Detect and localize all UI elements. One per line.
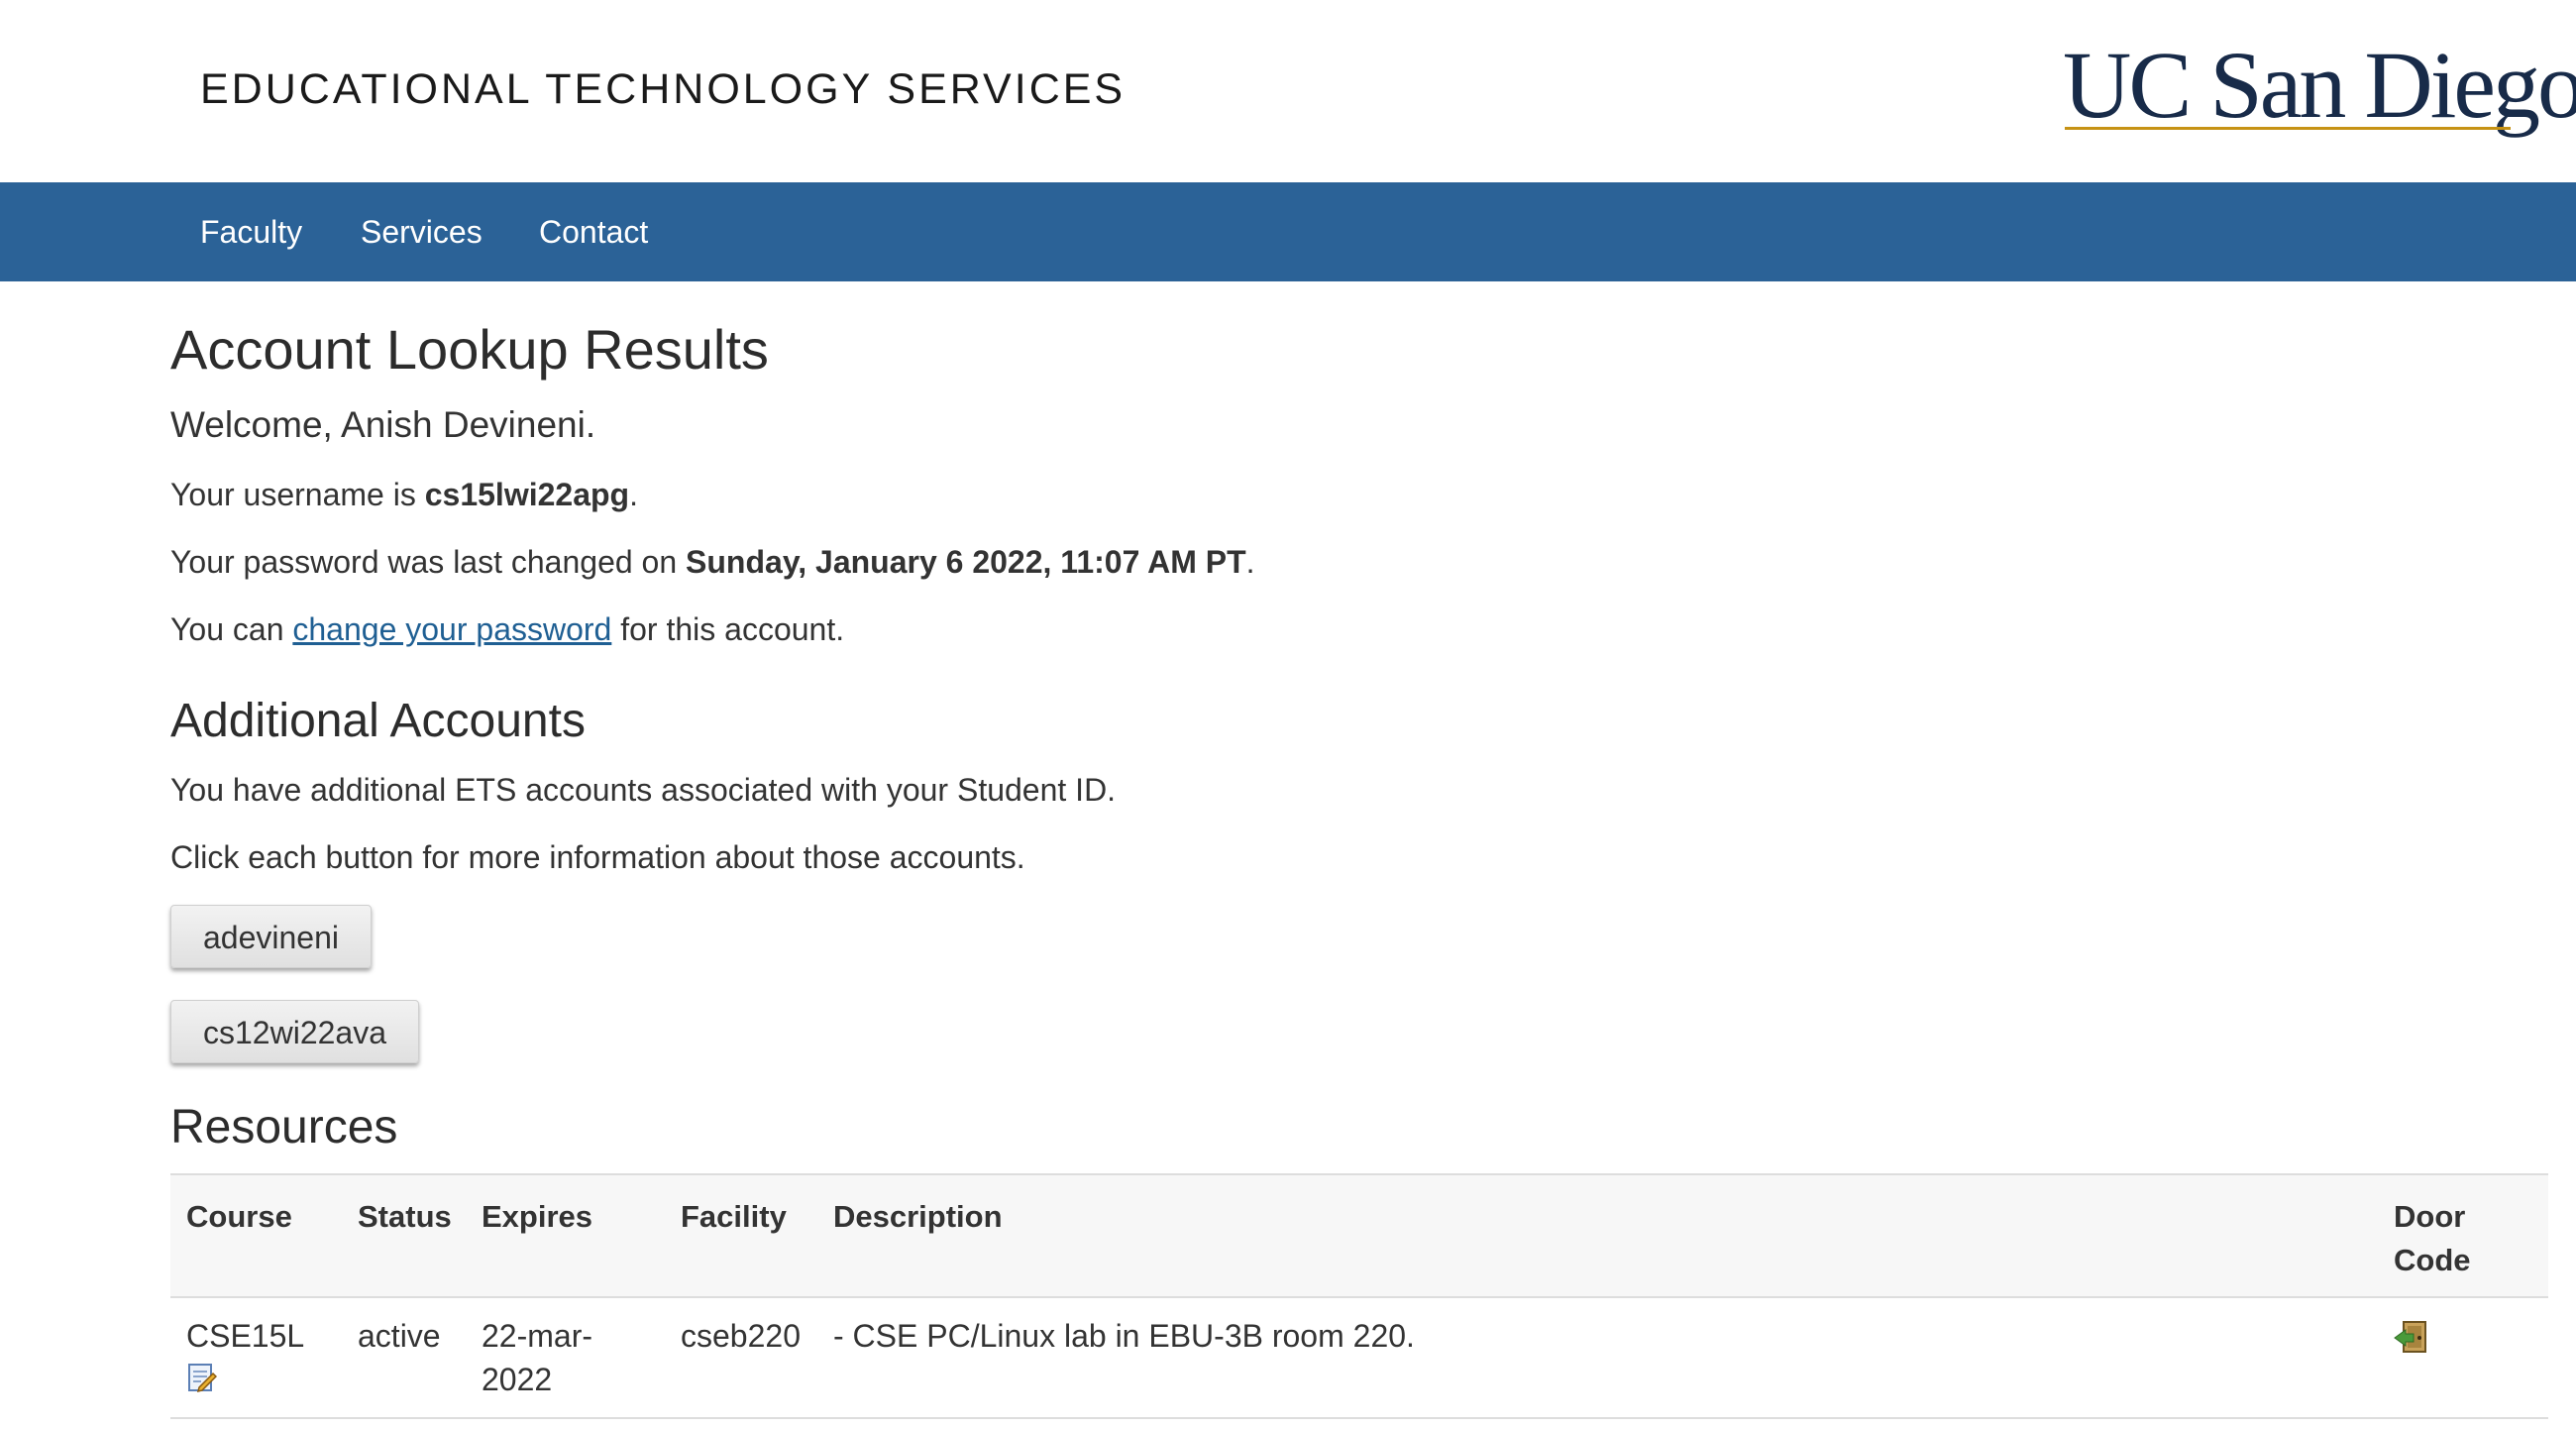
username-line: Your username is cs15lwi22apg. (170, 477, 638, 513)
page-title: Account Lookup Results (170, 318, 769, 381)
column-header-description: Description (833, 1199, 1003, 1234)
password-prefix: Your password was last changed on (170, 544, 687, 580)
logo-text: UC San Diego (2063, 32, 2576, 138)
column-header-facility: Facility (681, 1199, 787, 1234)
password-changed-line: Your password was last changed on Sunday… (170, 544, 1255, 581)
edit-icon[interactable] (187, 1362, 218, 1398)
column-header-door-code: Door Code (2394, 1199, 2471, 1277)
change-prefix: You can (170, 611, 293, 647)
username-prefix: Your username is (170, 477, 425, 512)
main-nav: Faculty Services Contact (0, 182, 2576, 281)
password-date: Sunday, January 6 2022, 11:07 AM PT (686, 544, 1246, 580)
account-button-cs12wi22ava[interactable]: cs12wi22ava (170, 1000, 419, 1063)
username-suffix: . (629, 477, 638, 512)
cell-description: - CSE PC/Linux lab in EBU-3B room 220. (833, 1318, 1415, 1354)
column-header-status: Status (358, 1199, 452, 1234)
nav-item-faculty[interactable]: Faculty (200, 182, 302, 281)
additional-accounts-heading: Additional Accounts (170, 695, 586, 747)
password-suffix: . (1245, 544, 1255, 580)
nav-item-contact[interactable]: Contact (539, 182, 648, 281)
change-password-link[interactable]: change your password (292, 611, 611, 647)
logo-underline (2065, 127, 2511, 130)
table-header: Course Status Expires Facility Descripti… (170, 1173, 2548, 1298)
account-button-adevineni[interactable]: adevineni (170, 905, 372, 968)
additional-accounts-text: You have additional ETS accounts associa… (170, 772, 1117, 808)
door-icon[interactable] (2394, 1320, 2429, 1359)
table-row: CSE15L active 22-mar-2022 cseb220 - CSE … (170, 1296, 2548, 1419)
username-value: cs15lwi22apg (424, 477, 630, 512)
change-password-line: You can change your password for this ac… (170, 611, 844, 648)
change-suffix: for this account. (611, 611, 845, 647)
site-header: EDUCATIONAL TECHNOLOGY SERVICES UC San D… (0, 0, 2576, 182)
resources-heading: Resources (170, 1101, 398, 1154)
welcome-message: Welcome, Anish Devineni. (170, 404, 596, 445)
column-header-expires: Expires (482, 1199, 593, 1234)
cell-facility: cseb220 (681, 1318, 801, 1354)
site-title[interactable]: EDUCATIONAL TECHNOLOGY SERVICES (200, 65, 1126, 114)
nav-item-services[interactable]: Services (361, 182, 483, 281)
column-header-course: Course (186, 1199, 292, 1234)
cell-status: active (358, 1318, 441, 1354)
cell-expires: 22-mar-2022 (482, 1318, 593, 1397)
cell-course: CSE15L (186, 1318, 305, 1354)
uc-san-diego-logo[interactable]: UC San Diego (2063, 32, 2576, 138)
additional-accounts-instructions: Click each button for more information a… (170, 839, 1025, 875)
